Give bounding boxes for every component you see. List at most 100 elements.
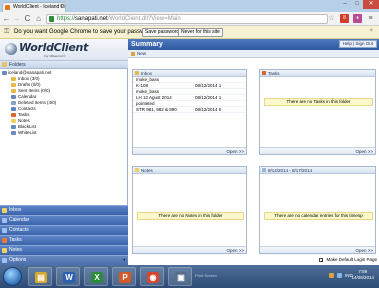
notes-panel-title: Notes [141,168,153,173]
window-controls: – □ ✕ [339,0,379,10]
tasks-open-link[interactable]: Open >> [355,148,373,155]
tasks-panel-footer: Open >> [260,147,375,154]
calendar-icon [2,218,7,223]
tasks-empty-message: There are no Tasks in this folder [264,98,373,106]
extension-icon[interactable]: 8 [340,14,349,23]
tasks-panel: Tasks There are no Tasks in this folder … [259,69,376,155]
folder-icon [11,131,16,135]
address-bar[interactable]: https://sanapati.net/WorldClient.dll?Vie… [46,14,328,24]
maximize-window-icon[interactable]: □ [351,0,363,9]
options-icon [2,258,7,263]
folder-icon [11,95,16,99]
save-password-button[interactable]: Save password [142,28,183,37]
tray-flag-icon[interactable] [329,273,334,278]
message-date: 08/12/2014 0 [195,107,222,112]
nav-item-inbox[interactable]: Inbox [0,205,128,215]
nav-item-notes[interactable]: Notes [0,245,128,255]
inbox-row[interactable]: STR 981, 982 & 990 08/12/2014 0 [133,107,246,113]
nav-item-options[interactable]: Options ◂ [0,255,128,265]
home-icon[interactable]: ⌂ [34,14,43,24]
folder-icon [11,89,16,93]
bookmark-star-icon[interactable]: ☆ [327,14,336,23]
tasks-icon [262,71,266,75]
inbox-icon [2,208,7,213]
tasks-icon [2,238,7,243]
url-path: /WorldClient.dll?View=Main [107,16,181,22]
url-scheme: https:// [57,16,76,22]
summary-header: Summary Help | Sign Out [128,39,379,50]
new-button[interactable]: New [137,51,146,56]
taskbar-word-button[interactable]: W [56,267,80,286]
inbox-panel-footer: Open >> [133,147,246,154]
sidebar: WorldClient For MDaemon® Folders iceland… [0,39,128,265]
notes-icon [2,248,7,253]
folder-label: WhiteList [18,130,37,135]
nav-item-label: Tasks [9,237,22,243]
default-login-checkbox[interactable]: ✓ [319,258,324,263]
nav-item-calendar[interactable]: Calendar [0,215,128,225]
inbox-panel: Inbox moke_bass K-108 08/12/2014 1 moke_bas… [132,69,247,155]
lock-icon [49,16,54,22]
worldclient-favicon-icon [5,5,10,10]
message-subject: pointeted [136,101,155,106]
tasks-panel-title: Tasks [268,71,280,76]
toolbar-icons: ☆ 8 ♦ ≡ [327,14,375,23]
browser-tab-strip: WorldClient - Iceland Di × – □ ✕ [0,0,379,12]
monitor-icon: ▣ [175,272,187,283]
default-login-label: Make Default Login Page [326,257,377,262]
help-signout-links[interactable]: Help | Sign Out [338,40,377,48]
nav-item-label: Options [9,257,27,263]
taskbar-monitor-button[interactable]: ▣ [168,267,192,286]
back-arrow-icon[interactable]: ← [2,14,11,24]
forward-arrow-icon[interactable]: → [12,14,21,24]
inbox-message-list: moke_bass K-108 08/12/2014 1 moke_bass LH 12… [133,77,246,113]
folder-icon [11,83,16,87]
notes-panel: Notes There are no Notes in this folder … [132,166,247,254]
taskbar-explorer-button[interactable]: ▤ [28,267,52,286]
notes-empty-message: There are no Notes in this folder [137,212,244,220]
close-window-icon[interactable]: ✕ [363,0,379,9]
notes-panel-footer: Open >> [133,246,246,253]
logo-text: WorldClient [19,41,89,54]
calendar-panel-header: 8/14/2014 - 8/17/2014 [260,167,375,174]
windows-taskbar: ▤ W X P ◉ ▣ Print Screen IND 7:59 14/08/2014 [0,265,379,288]
system-tray: IND 7:59 14/08/2014 [305,265,379,288]
reload-icon[interactable]: C [23,14,32,24]
folder-icon [11,77,16,81]
tray-network-icon[interactable] [337,273,342,278]
infobar-message: Do you want Google Chrome to save your p… [14,29,157,35]
calendar-open-link[interactable]: Open >> [355,247,373,254]
chrome-menu-icon[interactable]: ≡ [366,14,375,23]
folder-icon [2,71,7,75]
collapse-arrow-icon[interactable]: ◂ [122,256,125,265]
tab-close-icon[interactable]: × [59,3,63,12]
folder-tree-item[interactable]: WhiteList [0,130,128,136]
start-button[interactable] [3,267,22,286]
extension-2-icon[interactable]: ♦ [353,14,362,23]
default-login-checkbox-row[interactable]: ✓ Make Default Login Page [319,257,377,263]
taskbar-chrome-button[interactable]: ◉ [140,267,164,286]
inbox-open-link[interactable]: Open >> [226,148,244,155]
browser-tab[interactable]: WorldClient - Iceland Di × [2,2,66,12]
worldclient-logo: WorldClient For MDaemon® [0,39,128,61]
nav-item-contacts[interactable]: Contacts [0,225,128,235]
never-for-this-site-button[interactable]: Never for this site [178,28,223,37]
inbox-panel-title: Inbox [141,71,153,76]
minimize-window-icon[interactable]: – [339,0,351,9]
taskbar-excel-button[interactable]: X [84,267,108,286]
excel-icon: X [91,272,103,283]
nav-item-label: Inbox [9,207,22,213]
notes-open-link[interactable]: Open >> [226,247,244,254]
taskbar-powerpoint-button[interactable]: P [112,267,136,286]
notes-panel-header: Notes [133,167,246,174]
nav-item-tasks[interactable]: Tasks [0,235,128,245]
folder-icon [11,107,16,111]
taskbar-hint: Print Screen [195,273,218,278]
module-nav: Inbox Calendar Contacts Tasks Notes Options ◂ [0,205,128,265]
folder-icon [11,119,16,123]
url-domain: sanapati.net [75,16,108,22]
word-icon: W [63,272,75,283]
main-content: Summary Help | Sign Out New Inbox moke_b… [128,39,379,265]
infobar-close-icon[interactable]: × [369,28,373,34]
taskbar-clock[interactable]: 7:59 14/08/2014 [351,269,374,281]
